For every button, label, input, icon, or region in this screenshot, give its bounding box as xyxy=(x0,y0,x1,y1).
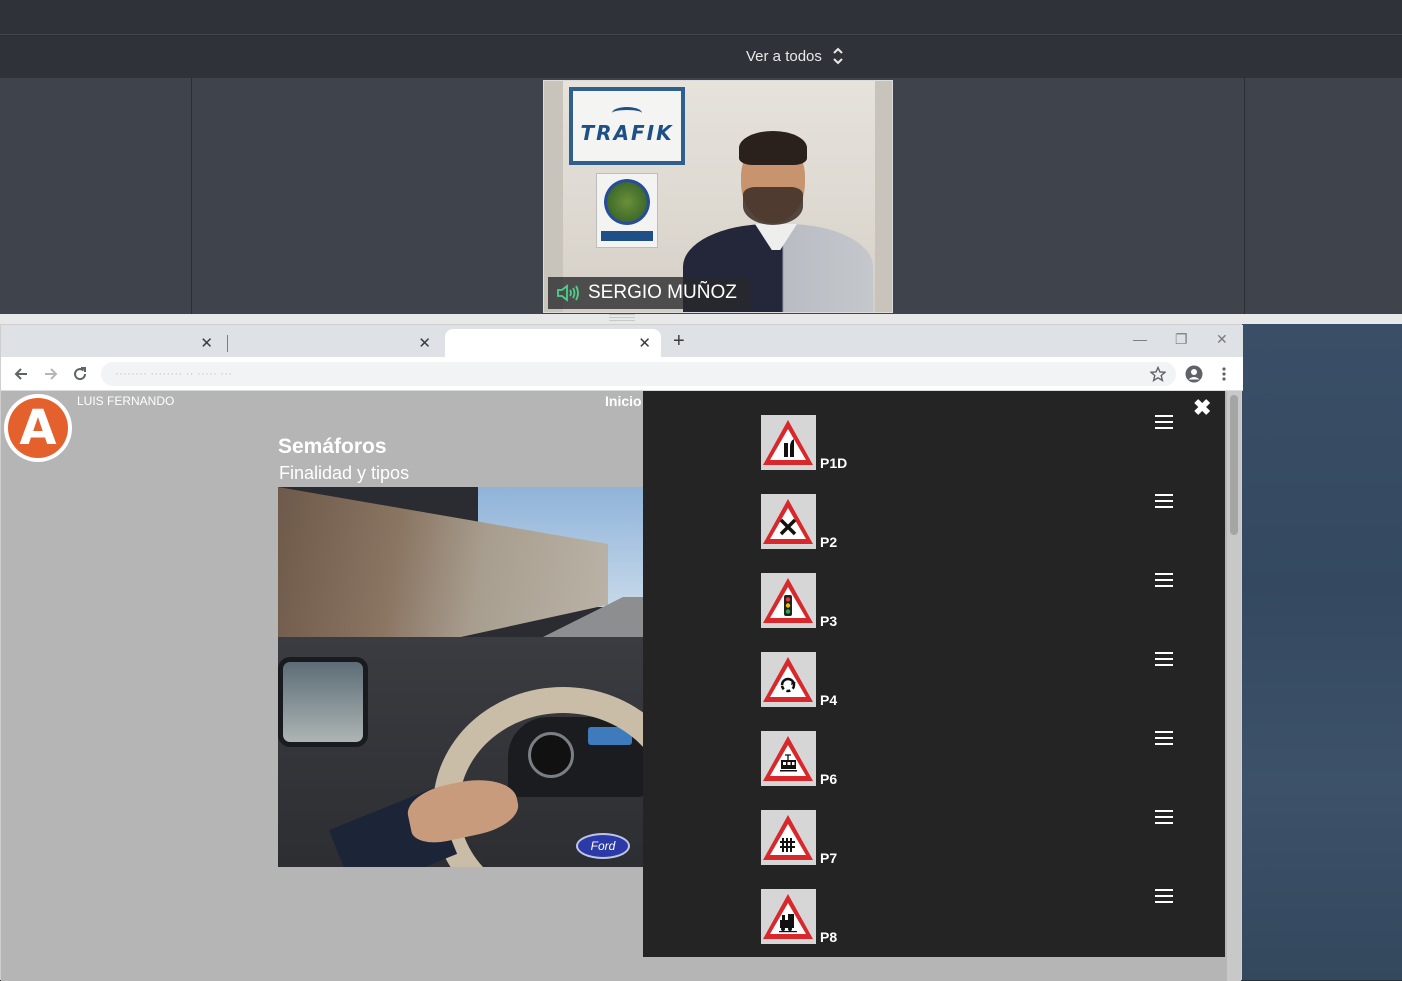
chevron-up-down-icon xyxy=(833,47,843,65)
forward-icon[interactable] xyxy=(41,364,61,384)
tab-strip: ✕ ✕ ✕ + — ❐ ✕ xyxy=(1,325,1243,357)
signal-image[interactable] xyxy=(761,494,816,549)
drag-handle-icon[interactable] xyxy=(1155,415,1173,429)
drag-handle-icon[interactable] xyxy=(1155,573,1173,587)
drag-handle-icon[interactable] xyxy=(1155,810,1173,824)
logo-letter: A xyxy=(8,398,68,458)
signal-row: P6 xyxy=(643,731,1225,810)
signal-image[interactable] xyxy=(761,731,816,786)
view-bar xyxy=(0,36,1402,78)
signal-image[interactable] xyxy=(761,889,816,944)
view-all-label: Ver a todos xyxy=(746,47,822,65)
inicio-link[interactable]: Inicio xyxy=(605,393,642,409)
view-all-button[interactable]: Ver a todos xyxy=(746,46,844,66)
profile-icon[interactable] xyxy=(1184,364,1204,384)
web-page: A LUIS FERNANDO Inicio Semáforos Finalid… xyxy=(1,391,1241,981)
signal-code: P7 xyxy=(820,850,838,866)
shared-screen-border xyxy=(0,314,1402,324)
close-window-icon[interactable]: ✕ xyxy=(1216,331,1228,348)
close-icon[interactable]: ✕ xyxy=(200,334,213,352)
tile-divider xyxy=(191,78,192,314)
browser-tab[interactable]: ✕ xyxy=(229,329,441,357)
intersection-priority-sign-icon xyxy=(763,499,813,544)
user-name: LUIS FERNANDO xyxy=(77,394,175,408)
signal-row: P7 xyxy=(643,810,1225,889)
roundabout-sign-icon xyxy=(763,657,813,702)
browser-window: ✕ ✕ ✕ + — ❐ ✕ ········ ········ ·· ·····… xyxy=(0,324,1243,981)
signal-image[interactable] xyxy=(761,415,816,470)
tile-divider xyxy=(1244,78,1245,314)
poster-brand: TRAFIK xyxy=(580,121,674,145)
restore-icon[interactable]: ❐ xyxy=(1175,331,1188,348)
participant-video-tile[interactable]: TRAFIK SERGIO MUÑOZ xyxy=(543,80,893,313)
signal-code: P4 xyxy=(820,692,838,708)
drag-handle-icon[interactable] xyxy=(1155,889,1173,903)
browser-tab-active[interactable]: ✕ xyxy=(445,329,661,357)
drag-handle-icon[interactable] xyxy=(1155,652,1173,666)
more-vert-icon[interactable] xyxy=(1214,364,1234,384)
signal-image[interactable] xyxy=(761,810,816,865)
signal-row: P2 xyxy=(643,494,1225,573)
signal-code: P2 xyxy=(820,534,838,550)
signal-image[interactable] xyxy=(761,652,816,707)
signals-panel: ✖ P1D P2 P3 P4 P6 P7 P8 xyxy=(643,391,1225,957)
desktop-wallpaper xyxy=(1242,324,1402,980)
narrowing-right-sign-icon xyxy=(763,420,813,465)
site-logo[interactable]: A xyxy=(4,394,72,462)
level-crossing-gates-sign-icon xyxy=(763,815,813,860)
signal-row: P4 xyxy=(643,652,1225,731)
browser-tab[interactable]: ✕ xyxy=(5,329,223,357)
browser-toolbar: ········ ········ ·· ····· ··· xyxy=(1,357,1243,391)
signal-image[interactable] xyxy=(761,573,816,628)
side-mirror xyxy=(278,657,368,747)
minimize-icon[interactable]: — xyxy=(1133,331,1147,347)
level-crossing-no-gates-sign-icon xyxy=(763,894,813,939)
tram-sign-icon xyxy=(763,736,813,781)
drag-handle-icon[interactable] xyxy=(1155,494,1173,508)
meeting-top-bar xyxy=(0,0,1402,35)
back-icon[interactable] xyxy=(11,364,31,384)
signal-code: P3 xyxy=(820,613,838,629)
participant-name-tag: SERGIO MUÑOZ xyxy=(548,277,749,309)
participant-name: SERGIO MUÑOZ xyxy=(588,282,737,303)
signal-code: P1D xyxy=(820,455,848,471)
car-brand-badge: Ford xyxy=(576,833,630,859)
traffic-light-sign-icon xyxy=(763,578,813,623)
new-tab-button[interactable]: + xyxy=(673,330,685,353)
mascot-poster xyxy=(596,173,658,248)
signal-row: P3 xyxy=(643,573,1225,652)
reload-icon[interactable] xyxy=(70,364,90,384)
address-text: ········ ········ ·· ····· ··· xyxy=(115,366,233,380)
lesson-title: Semáforos xyxy=(278,435,387,458)
page-scrollbar[interactable] xyxy=(1227,391,1241,981)
close-icon[interactable]: ✕ xyxy=(418,334,431,352)
close-icon[interactable]: ✕ xyxy=(638,334,651,352)
resize-handle[interactable] xyxy=(609,314,635,324)
address-bar[interactable]: ········ ········ ·· ····· ··· xyxy=(101,362,1176,386)
signal-code: P6 xyxy=(820,771,838,787)
tab-separator xyxy=(227,335,228,352)
speaker-icon xyxy=(557,284,579,302)
drag-handle-icon[interactable] xyxy=(1155,731,1173,745)
signal-row: P8 xyxy=(643,889,1225,968)
driving-simulation-video[interactable]: Ford xyxy=(278,487,648,867)
signal-row: P1D xyxy=(643,415,1225,494)
signal-code: P8 xyxy=(820,929,838,945)
bookmark-star-icon[interactable] xyxy=(1148,364,1168,384)
lesson-subtitle: Finalidad y tipos xyxy=(279,463,410,483)
trafik-poster: TRAFIK xyxy=(569,87,685,165)
